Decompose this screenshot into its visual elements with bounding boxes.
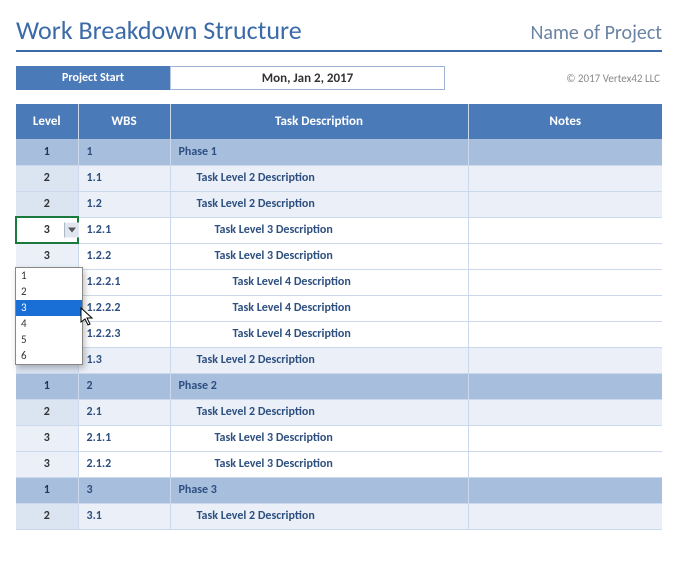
- table-row: 41.2.2.3Task Level 4 Description: [16, 321, 662, 347]
- level-cell[interactable]: 2: [16, 191, 78, 217]
- desc-cell[interactable]: Task Level 2 Description: [170, 165, 468, 191]
- dropdown-option[interactable]: 2: [16, 284, 82, 300]
- dropdown-option[interactable]: 3: [16, 300, 82, 316]
- wbs-cell[interactable]: 2.1.2: [78, 451, 170, 477]
- level-cell[interactable]: 1: [16, 373, 78, 399]
- table-row: 21.1Task Level 2 Description: [16, 165, 662, 191]
- wbs-table: Level WBS Task Description Notes 11Phase…: [16, 104, 662, 530]
- notes-cell[interactable]: [468, 139, 662, 165]
- notes-cell[interactable]: [468, 399, 662, 425]
- dropdown-option[interactable]: 6: [16, 348, 82, 364]
- wbs-cell[interactable]: 1: [78, 139, 170, 165]
- copyright-text: © 2017 Vertex42 LLC: [566, 66, 662, 90]
- desc-cell[interactable]: Task Level 4 Description: [170, 295, 468, 321]
- table-row: 32.1.2Task Level 3 Description: [16, 451, 662, 477]
- desc-cell[interactable]: Task Level 2 Description: [170, 191, 468, 217]
- desc-cell[interactable]: Task Level 2 Description: [170, 503, 468, 529]
- desc-cell[interactable]: Task Level 4 Description: [170, 321, 468, 347]
- level-cell[interactable]: 3: [16, 451, 78, 477]
- table-row: 22.1Task Level 2 Description: [16, 399, 662, 425]
- dropdown-option[interactable]: 1: [16, 268, 82, 284]
- dropdown-button[interactable]: [64, 223, 79, 238]
- project-start-row: Project Start Mon, Jan 2, 2017 © 2017 Ve…: [16, 66, 662, 90]
- project-name: Name of Project: [530, 21, 662, 45]
- notes-cell[interactable]: [468, 425, 662, 451]
- level-cell[interactable]: 1: [16, 477, 78, 503]
- level-dropdown[interactable]: 123456: [15, 267, 83, 365]
- notes-cell[interactable]: [468, 451, 662, 477]
- wbs-cell[interactable]: 1.2.2: [78, 243, 170, 269]
- level-cell[interactable]: 3: [16, 217, 78, 243]
- wbs-cell[interactable]: 2.1.1: [78, 425, 170, 451]
- dropdown-option[interactable]: 4: [16, 316, 82, 332]
- level-cell[interactable]: 2: [16, 399, 78, 425]
- wbs-cell[interactable]: 1.2.2.3: [78, 321, 170, 347]
- notes-cell[interactable]: [468, 477, 662, 503]
- notes-cell[interactable]: [468, 217, 662, 243]
- level-cell[interactable]: 3: [16, 243, 78, 269]
- col-level: Level: [16, 104, 78, 139]
- table-row: 31.2.2Task Level 3 Description: [16, 243, 662, 269]
- desc-cell[interactable]: Phase 1: [170, 139, 468, 165]
- project-start-label: Project Start: [16, 66, 170, 90]
- table-row: 11Phase 1: [16, 139, 662, 165]
- table-row: 31.2.1Task Level 3 Description: [16, 217, 662, 243]
- notes-cell[interactable]: [468, 269, 662, 295]
- page-header: Work Breakdown Structure Name of Project: [16, 14, 662, 52]
- desc-cell[interactable]: Task Level 3 Description: [170, 425, 468, 451]
- level-cell[interactable]: 1: [16, 139, 78, 165]
- table-row: 21.3Task Level 2 Description: [16, 347, 662, 373]
- notes-cell[interactable]: [468, 191, 662, 217]
- table-row: 32.1.1Task Level 3 Description: [16, 425, 662, 451]
- desc-cell[interactable]: Phase 2: [170, 373, 468, 399]
- wbs-cell[interactable]: 1.2: [78, 191, 170, 217]
- table-row: 41.2.2.1Task Level 4 Description: [16, 269, 662, 295]
- notes-cell[interactable]: [468, 295, 662, 321]
- desc-cell[interactable]: Task Level 3 Description: [170, 451, 468, 477]
- notes-cell[interactable]: [468, 373, 662, 399]
- table-row: 41.2.2.2Task Level 4 Description: [16, 295, 662, 321]
- page-title: Work Breakdown Structure: [16, 14, 302, 46]
- notes-cell[interactable]: [468, 165, 662, 191]
- wbs-cell[interactable]: 2: [78, 373, 170, 399]
- table-row: 13Phase 3: [16, 477, 662, 503]
- level-cell[interactable]: 2: [16, 165, 78, 191]
- wbs-cell[interactable]: 1.2.2.2: [78, 295, 170, 321]
- col-desc: Task Description: [170, 104, 468, 139]
- notes-cell[interactable]: [468, 243, 662, 269]
- desc-cell[interactable]: Task Level 2 Description: [170, 399, 468, 425]
- table-row: 12Phase 2: [16, 373, 662, 399]
- desc-cell[interactable]: Task Level 4 Description: [170, 269, 468, 295]
- table-row: 23.1Task Level 2 Description: [16, 503, 662, 529]
- dropdown-option[interactable]: 5: [16, 332, 82, 348]
- desc-cell[interactable]: Task Level 2 Description: [170, 347, 468, 373]
- notes-cell[interactable]: [468, 503, 662, 529]
- notes-cell[interactable]: [468, 321, 662, 347]
- col-notes: Notes: [468, 104, 662, 139]
- level-cell[interactable]: 2: [16, 503, 78, 529]
- wbs-cell[interactable]: 1.3: [78, 347, 170, 373]
- desc-cell[interactable]: Task Level 3 Description: [170, 243, 468, 269]
- wbs-cell[interactable]: 3: [78, 477, 170, 503]
- wbs-cell[interactable]: 1.1: [78, 165, 170, 191]
- wbs-cell[interactable]: 3.1: [78, 503, 170, 529]
- col-wbs: WBS: [78, 104, 170, 139]
- table-header-row: Level WBS Task Description Notes: [16, 104, 662, 139]
- desc-cell[interactable]: Task Level 3 Description: [170, 217, 468, 243]
- notes-cell[interactable]: [468, 347, 662, 373]
- desc-cell[interactable]: Phase 3: [170, 477, 468, 503]
- wbs-cell[interactable]: 2.1: [78, 399, 170, 425]
- level-cell[interactable]: 3: [16, 425, 78, 451]
- project-start-date[interactable]: Mon, Jan 2, 2017: [170, 66, 445, 90]
- wbs-cell[interactable]: 1.2.1: [78, 217, 170, 243]
- wbs-cell[interactable]: 1.2.2.1: [78, 269, 170, 295]
- table-row: 21.2Task Level 2 Description: [16, 191, 662, 217]
